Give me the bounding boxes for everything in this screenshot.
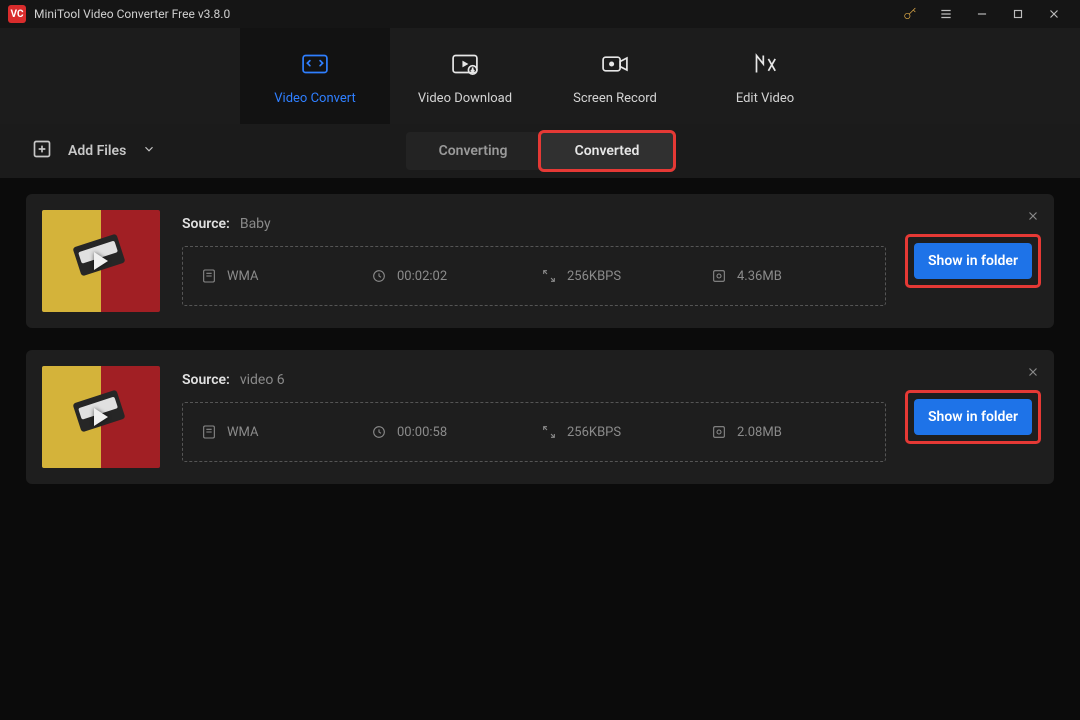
seg-converting[interactable]: Converting [406,132,540,170]
converted-item: Source: Baby WMA 00:02:02 256KBPS [26,194,1054,328]
converted-list: Source: Baby WMA 00:02:02 256KBPS [0,178,1080,500]
play-icon [94,408,108,426]
record-icon [598,47,632,81]
app-title: MiniTool Video Converter Free v3.8.0 [34,7,230,21]
tab-label: Video Download [418,91,512,106]
main-tabs: Video Convert Video Download Screen Reco… [0,28,1080,124]
tab-label: Edit Video [736,91,794,106]
tab-label: Screen Record [573,91,657,106]
chevron-down-icon [142,142,156,160]
upgrade-key-icon[interactable] [892,0,928,28]
source-name: video 6 [240,372,285,388]
menu-icon[interactable] [928,0,964,28]
tab-screen-record[interactable]: Screen Record [540,28,690,124]
spec-format: WMA [201,424,371,440]
spec-bitrate: 256KBPS [541,424,711,440]
spec-duration: 00:00:58 [371,424,541,440]
download-icon [448,47,482,81]
spec-bitrate: 256KBPS [541,268,711,284]
tab-video-download[interactable]: Video Download [390,28,540,124]
thumbnail[interactable] [42,366,160,468]
minimize-button[interactable] [964,0,1000,28]
source-name: Baby [240,216,271,232]
show-in-folder-highlight: Show in folder [908,393,1038,441]
source-label: Source: [182,372,230,388]
play-icon [94,252,108,270]
show-in-folder-highlight: Show in folder [908,237,1038,285]
remove-item-button[interactable] [1026,364,1040,383]
spec-duration: 00:02:02 [371,268,541,284]
add-files-button[interactable]: Add Files [32,139,156,163]
spec-row: WMA 00:00:58 256KBPS 2.08MB [182,402,886,462]
spec-size: 4.36MB [711,268,851,284]
close-window-button[interactable] [1036,0,1072,28]
seg-converted[interactable]: Converted [540,132,674,170]
converted-item: Source: video 6 WMA 00:00:58 256KBPS [26,350,1054,484]
app-logo: VC [8,5,26,23]
spec-format: WMA [201,268,371,284]
spec-row: WMA 00:02:02 256KBPS 4.36MB [182,246,886,306]
source-label: Source: [182,216,230,232]
titlebar: VC MiniTool Video Converter Free v3.8.0 [0,0,1080,28]
convert-icon [298,47,332,81]
edit-icon [748,47,782,81]
status-segment: Converting Converted [406,132,674,170]
add-file-icon [32,139,52,163]
toolbar: Add Files Converting Converted [0,124,1080,178]
tab-label: Video Convert [274,91,355,106]
show-in-folder-button[interactable]: Show in folder [914,399,1032,435]
add-files-label: Add Files [68,143,126,159]
show-in-folder-button[interactable]: Show in folder [914,243,1032,279]
spec-size: 2.08MB [711,424,851,440]
thumbnail[interactable] [42,210,160,312]
maximize-button[interactable] [1000,0,1036,28]
tab-edit-video[interactable]: Edit Video [690,28,840,124]
tab-video-convert[interactable]: Video Convert [240,28,390,124]
remove-item-button[interactable] [1026,208,1040,227]
